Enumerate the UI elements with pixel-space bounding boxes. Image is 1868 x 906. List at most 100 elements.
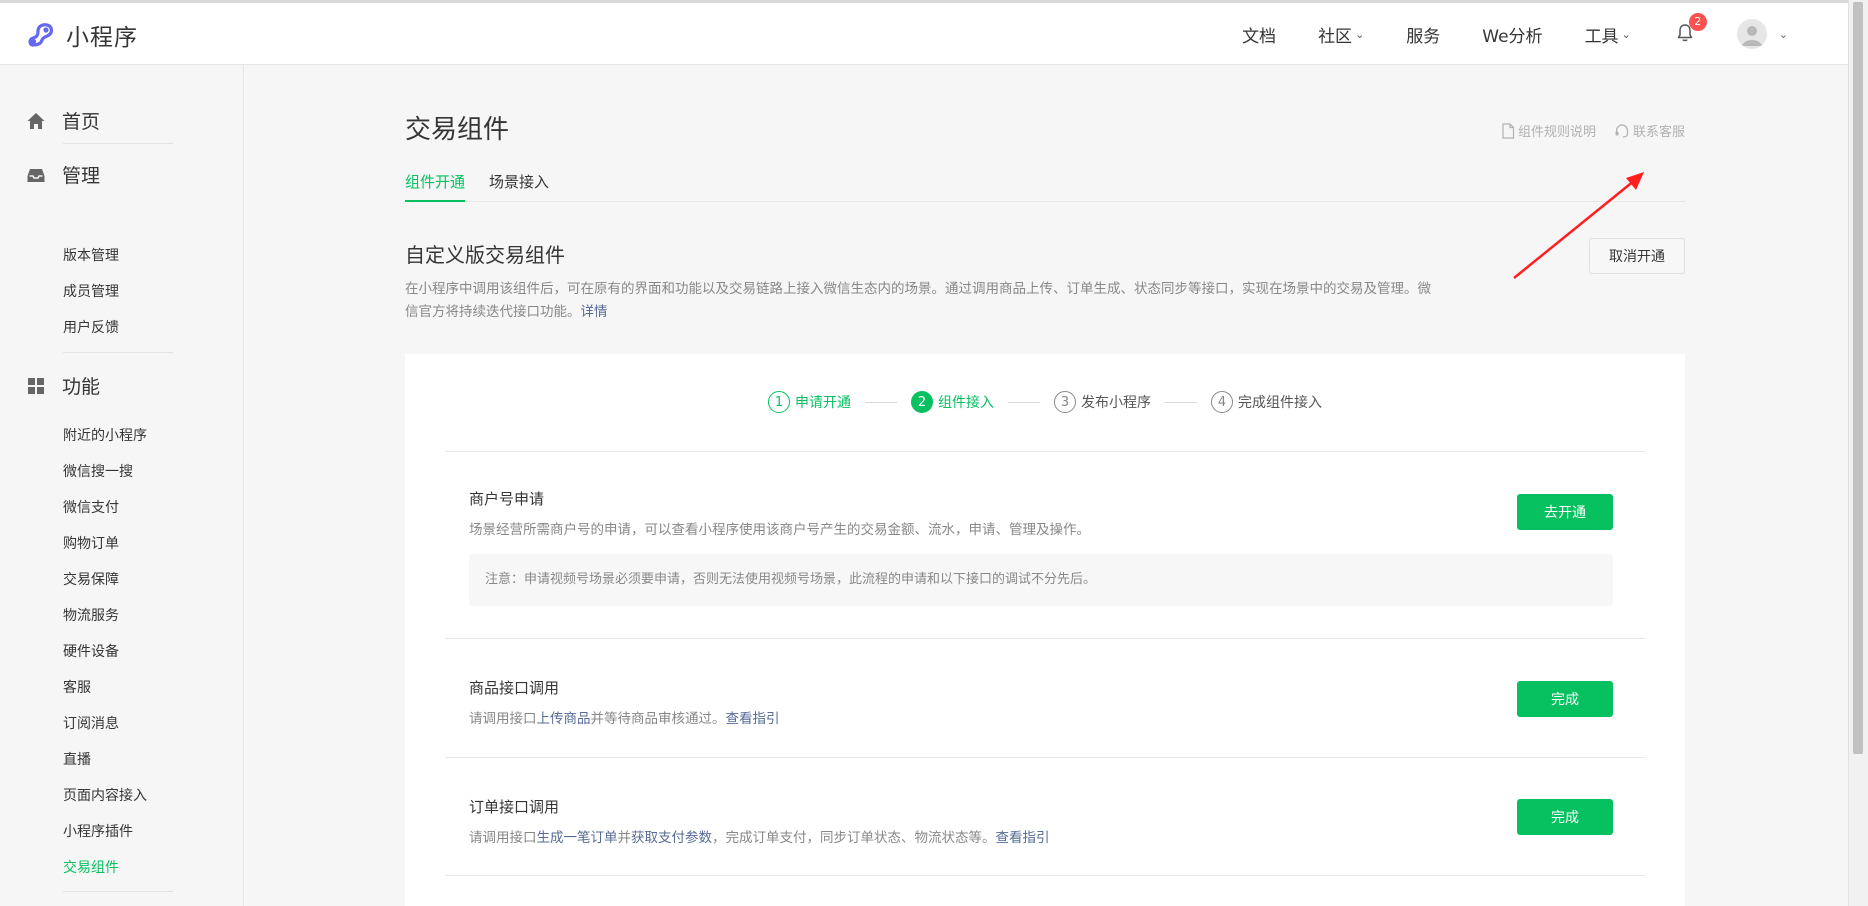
sidebar-item-trade-component[interactable]: 交易组件 [63,857,119,877]
payment-params-link[interactable]: 获取支付参数 [631,830,712,846]
step-1-label: 申请开通 [795,395,851,411]
product-api-row-desc: 请调用接口上传商品并等待商品审核通过。查看指引 [469,707,780,727]
chevron-down-icon[interactable]: ⌄ [1779,28,1788,41]
merchant-notice: 注意：申请视频号场景必须要申请，否则无法使用视频号场景，此流程的申请和以下接口的… [469,554,1613,606]
product-api-done-button[interactable]: 完成 [1517,681,1613,717]
step-connector [1008,401,1040,403]
create-order-link[interactable]: 生成一笔订单 [537,830,618,846]
avatar-icon [1741,26,1762,46]
step-connector [1165,401,1197,403]
scrollbar-thumb[interactable] [1853,2,1863,754]
sidebar-group-manage[interactable]: 管理 [26,161,100,188]
sidebar-item-orders[interactable]: 购物订单 [63,533,119,553]
nav-tools-label: 工具 [1584,26,1619,47]
annotation-arrow-icon [1513,172,1644,279]
step-1: 1 申请开通 [768,391,851,413]
order-api-row-desc: 请调用接口生成一笔订单并获取支付参数，完成订单支付，同步订单状态、物流状态等。查… [469,826,1050,846]
order-api-row: 订单接口调用 请调用接口生成一笔订单并获取支付参数，完成订单支付，同步订单状态、… [445,757,1645,876]
step-indicator: 1 申请开通 2 组件接入 3 发布小程序 4 完成组件接入 [405,354,1685,450]
section-title: 自定义版交易组件 [405,243,565,267]
step-connector [865,401,897,403]
sidebar-item-version[interactable]: 版本管理 [63,245,119,265]
nav-we-analysis-label: We分析 [1482,26,1543,47]
chevron-down-icon: ⌄ [1621,27,1631,41]
sidebar-item-subscribe[interactable]: 订阅消息 [63,713,119,733]
step-4: 4 完成组件接入 [1211,391,1322,413]
order-desc-prefix: 请调用接口 [469,830,537,846]
step-2-number: 2 [911,391,933,413]
order-guide-link[interactable]: 查看指引 [996,830,1050,846]
tab-bar: 组件开通 场景接入 [405,168,1685,202]
nav-we-analysis[interactable]: We分析 [1482,22,1542,47]
step-3-number: 3 [1054,391,1076,413]
chevron-down-icon: ⌄ [1355,27,1365,41]
product-desc-prefix: 请调用接口 [469,711,537,727]
logo[interactable]: 小程序 [26,18,138,52]
sidebar-divider [63,891,173,892]
product-api-row-title: 商品接口调用 [469,679,560,697]
section-description: 在小程序中调用该组件后，可在原有的界面和功能以及交易链路上接入微信生态内的场景。… [405,278,1475,324]
merchant-row-desc: 场景经营所需商户号的申请，可以查看小程序使用该商户号产生的交易金额、流水，申请、… [469,522,1090,538]
sidebar-item-page-content[interactable]: 页面内容接入 [63,785,147,805]
details-link[interactable]: 详情 [581,304,608,320]
section-desc-line2: 信官方将持续迭代接口功能。 [405,304,581,320]
nav-service[interactable]: 服务 [1406,22,1440,47]
order-desc-mid1: 并 [617,830,632,846]
notification-button[interactable]: 2 [1675,13,1707,45]
product-api-row: 商品接口调用 请调用接口上传商品并等待商品审核通过。查看指引 完成 [445,638,1645,757]
sidebar-item-home-label: 首页 [62,111,101,133]
top-nav: 文档 社区 ⌄ 服务 We分析 工具 ⌄ 2 ⌄ [1200,3,1788,65]
notification-badge: 2 [1688,13,1707,31]
activate-merchant-button[interactable]: 去开通 [1517,494,1613,530]
sidebar-item-plugins[interactable]: 小程序插件 [63,821,133,841]
step-1-number: 1 [768,391,790,413]
sidebar-group-features-label: 功能 [62,376,101,398]
step-3-label: 发布小程序 [1081,395,1151,411]
sidebar-item-feedback[interactable]: 用户反馈 [63,317,119,337]
merchant-row-title: 商户号申请 [469,490,545,508]
step-3: 3 发布小程序 [1054,391,1151,413]
product-guide-link[interactable]: 查看指引 [726,711,780,727]
order-api-done-button[interactable]: 完成 [1517,799,1613,835]
rules-link[interactable]: 组件规则说明 [1501,121,1596,140]
logo-text: 小程序 [66,25,138,51]
merchant-row: 商户号申请 场景经营所需商户号的申请，可以查看小程序使用该商户号产生的交易金额、… [445,451,1645,638]
sidebar-item-live[interactable]: 直播 [63,749,91,769]
sidebar-item-guarantee[interactable]: 交易保障 [63,569,119,589]
miniprogram-logo-icon [28,23,54,47]
sidebar-item-pay[interactable]: 微信支付 [63,497,119,517]
page-title: 交易组件 [405,115,510,145]
support-link[interactable]: 联系客服 [1614,121,1685,140]
sidebar-item-members[interactable]: 成员管理 [63,281,119,301]
nav-docs[interactable]: 文档 [1242,22,1276,47]
step-4-label: 完成组件接入 [1238,395,1322,411]
rules-link-label: 组件规则说明 [1517,125,1596,140]
sidebar-item-home[interactable]: 首页 [26,107,100,134]
product-desc-mid: 并等待商品审核通过。 [590,711,726,727]
sidebar-item-logistics[interactable]: 物流服务 [63,605,119,625]
nav-docs-label: 文档 [1242,26,1277,47]
nav-service-label: 服务 [1406,26,1441,47]
avatar[interactable] [1736,19,1767,49]
document-icon [1502,122,1515,139]
step-2-label: 组件接入 [938,395,994,411]
sidebar-item-nearby[interactable]: 附近的小程序 [63,425,147,445]
nav-tools[interactable]: 工具 ⌄ [1585,22,1631,47]
nav-community[interactable]: 社区 ⌄ [1318,22,1364,47]
sidebar-item-search[interactable]: 微信搜一搜 [63,461,133,481]
inbox-icon [26,165,46,185]
progress-card: 1 申请开通 2 组件接入 3 发布小程序 4 完成组件接入 商户号申请 场景经… [405,354,1685,906]
upload-product-link[interactable]: 上传商品 [537,711,591,727]
order-desc-mid2: ，完成订单支付，同步订单状态、物流状态等。 [712,830,996,846]
vertical-scrollbar[interactable] [1848,0,1868,906]
sidebar-divider [63,352,173,353]
sidebar-item-customer-service[interactable]: 客服 [63,677,91,697]
grid-icon [26,376,46,396]
sidebar-group-features[interactable]: 功能 [26,372,100,399]
sidebar-group-manage-label: 管理 [62,165,101,187]
section-desc-line1: 在小程序中调用该组件后，可在原有的界面和功能以及交易链路上接入微信生态内的场景。… [405,281,1431,297]
tab-activation[interactable]: 组件开通 [405,168,466,202]
tab-scene-access[interactable]: 场景接入 [489,168,549,202]
sidebar-item-hardware[interactable]: 硬件设备 [63,641,119,661]
order-api-row-title: 订单接口调用 [469,798,560,816]
